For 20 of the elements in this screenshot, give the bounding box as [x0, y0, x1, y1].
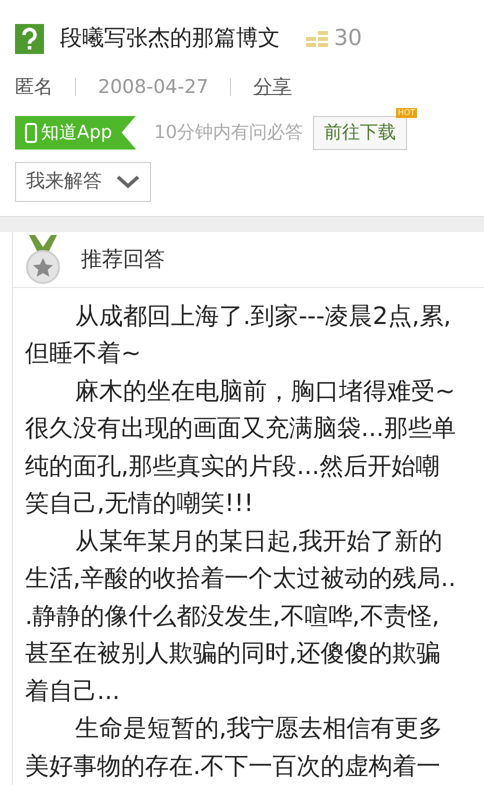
download-button[interactable]: 前往下载	[313, 116, 408, 150]
hot-badge: HOT	[396, 108, 418, 118]
app-slogan: 10分钟内有问必答	[154, 121, 304, 145]
phone-icon	[25, 122, 37, 142]
share-link[interactable]: 分享	[253, 73, 292, 102]
answer-dropdown[interactable]: 我来解答	[15, 162, 151, 202]
answer-paragraph: 从成都回上海了.到家---凌晨2点,累, 但睡不着~	[25, 300, 452, 369]
medal-icon	[25, 235, 61, 285]
question-title: 段曦写张杰的那篇博文	[60, 25, 280, 53]
coins-icon	[306, 28, 328, 48]
answer-paragraph: 麻木的坐在电脑前，胸口堵得难受~ 很久没有出现的画面又充满脑袋...那些单 纯的面孔,那些真实的片段...然后开始嘲 笑自己,无情的嘲笑!!!	[25, 376, 457, 519]
recommended-answer-heading: 推荐回答	[81, 246, 165, 274]
app-badge-label: 知道App	[41, 121, 112, 145]
chevron-down-icon	[116, 174, 140, 188]
answer-paragraph: 生命是短暂的,我宁愿去相信有更多 美好事物的存在.不下一百次的虚构着一	[25, 713, 444, 782]
author-name: 匿名	[15, 75, 53, 100]
question-mark-icon	[15, 24, 44, 54]
answer-paragraph: 从某年某月的某日起,我开始了新的 生活,辛酸的收拾着一个太过被动的残局.. .静静的像什么都没发生,不喧哗,不责怪, 甚至在被别人欺骗的同时,还傻傻的欺骗 着自己...	[25, 526, 457, 706]
post-date: 2008-04-27	[98, 75, 208, 100]
reward-points: 30	[334, 25, 362, 53]
